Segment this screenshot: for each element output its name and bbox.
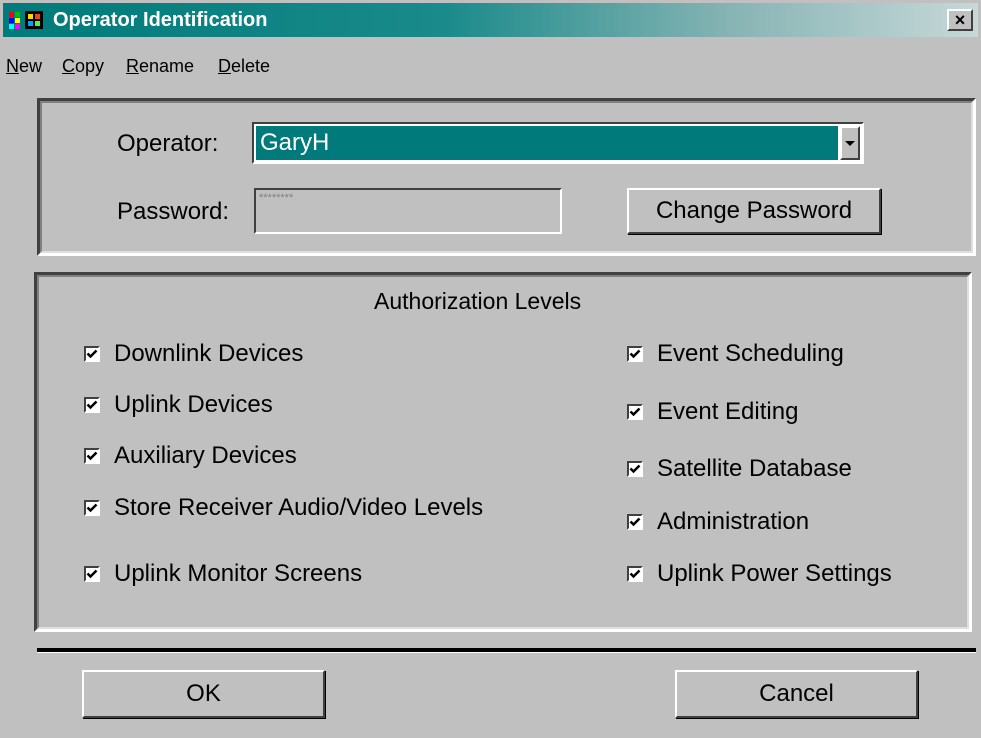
menu-copy[interactable]: Copy <box>62 56 104 77</box>
checkbox-uplink-devices[interactable]: Uplink Devices <box>84 391 273 419</box>
checkbox-administration[interactable]: Administration <box>627 508 809 536</box>
checkbox-checked-icon <box>84 500 100 516</box>
checkbox-event-editing[interactable]: Event Editing <box>627 398 798 426</box>
checkbox-checked-icon <box>84 448 100 464</box>
checkbox-checked-icon <box>84 346 100 362</box>
checkbox-event-scheduling[interactable]: Event Scheduling <box>627 340 844 368</box>
operator-identification-dialog: Operator Identification × New Copy Renam… <box>0 0 981 738</box>
checkbox-label: Uplink Devices <box>114 391 273 418</box>
checkbox-uplink-monitor-screens[interactable]: Uplink Monitor Screens <box>84 560 362 588</box>
checkbox-auxiliary-devices[interactable]: Auxiliary Devices <box>84 442 297 470</box>
checkbox-label: Satellite Database <box>657 455 852 482</box>
menu-delete[interactable]: Delete <box>218 56 270 77</box>
cancel-button[interactable]: Cancel <box>675 670 918 718</box>
checkbox-satellite-database[interactable]: Satellite Database <box>627 455 852 483</box>
checkbox-label: Auxiliary Devices <box>114 442 297 469</box>
ok-label: OK <box>186 680 221 707</box>
checkbox-checked-icon <box>627 514 643 530</box>
checkbox-label: Event Editing <box>657 398 799 425</box>
checkbox-store-receiver-levels[interactable]: Store Receiver Audio/Video Levels <box>84 494 483 522</box>
checkbox-label: Downlink Devices <box>114 340 304 367</box>
password-mask: ******** <box>259 192 294 204</box>
operator-select[interactable]: GaryH <box>252 122 864 164</box>
dropdown-button[interactable] <box>840 126 860 160</box>
checkbox-label: Event Scheduling <box>657 340 844 367</box>
chevron-down-icon <box>845 141 855 146</box>
ok-button[interactable]: OK <box>82 670 325 718</box>
checkbox-checked-icon <box>84 397 100 413</box>
checkbox-label: Administration <box>657 508 810 535</box>
checkbox-checked-icon <box>627 461 643 477</box>
menu-new[interactable]: New <box>6 56 42 77</box>
checkbox-label: Store Receiver Audio/Video Levels <box>114 494 484 521</box>
change-password-label: Change Password <box>655 197 853 224</box>
password-field[interactable]: ******** <box>254 188 562 234</box>
checkbox-checked-icon <box>627 346 643 362</box>
checkbox-checked-icon <box>627 404 643 420</box>
checkbox-uplink-power-settings[interactable]: Uplink Power Settings <box>627 560 892 588</box>
window-title: Operator Identification <box>53 9 268 31</box>
title-bar[interactable]: Operator Identification × <box>3 3 978 37</box>
separator-line <box>37 648 976 653</box>
authorization-heading: Authorization Levels <box>374 288 582 314</box>
operator-value: GaryH <box>256 126 838 160</box>
cancel-label: Cancel <box>759 680 834 707</box>
close-icon: × <box>954 10 966 30</box>
change-password-button[interactable]: Change Password <box>627 188 881 234</box>
menu-rename[interactable]: Rename <box>126 56 194 77</box>
app-window-icon <box>9 11 43 29</box>
close-button[interactable]: × <box>947 9 973 31</box>
operator-label: Operator: <box>117 130 219 157</box>
checkbox-label: Uplink Power Settings <box>657 560 892 587</box>
password-label: Password: <box>117 198 230 225</box>
checkbox-downlink-devices[interactable]: Downlink Devices <box>84 340 303 368</box>
checkbox-checked-icon <box>627 566 643 582</box>
checkbox-label: Uplink Monitor Screens <box>114 560 363 587</box>
checkbox-checked-icon <box>84 566 100 582</box>
